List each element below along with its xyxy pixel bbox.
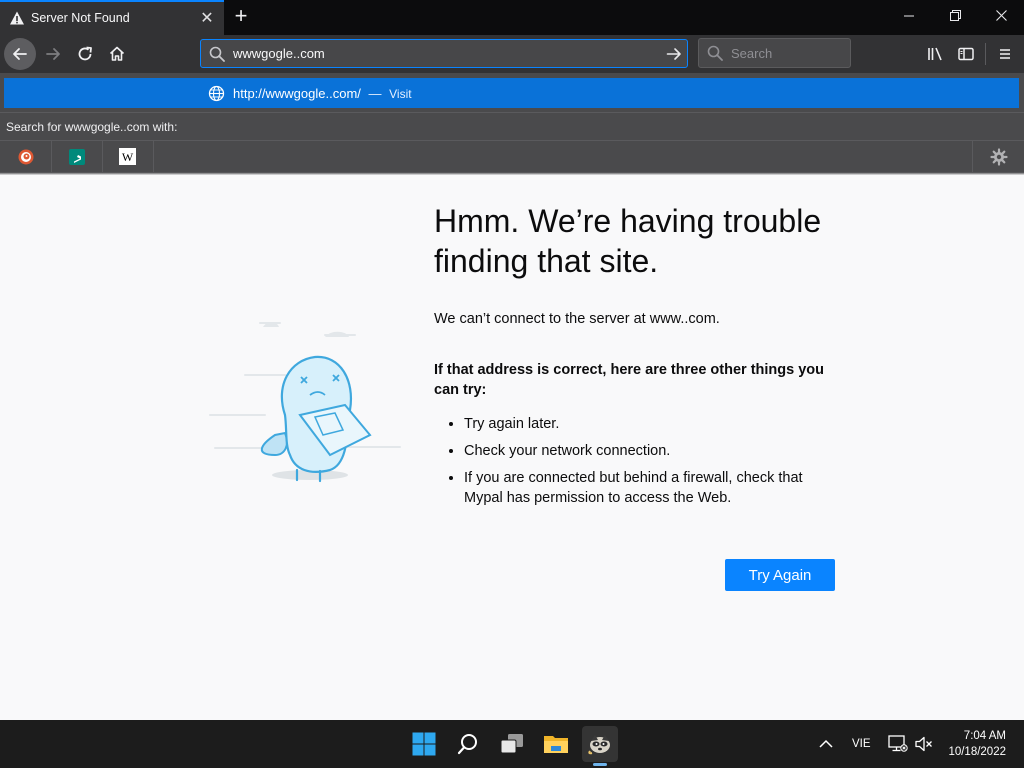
library-icon <box>928 47 942 61</box>
search-icon <box>209 46 225 62</box>
dinosaur-illustration <box>209 322 401 483</box>
list-item: Check your network connection. <box>464 441 834 461</box>
windows-start-icon <box>412 732 436 756</box>
clock[interactable]: 7:04 AM 10/18/2022 <box>940 728 1014 760</box>
globe-icon <box>208 85 225 102</box>
navigation-toolbar: wwwgogle..com Search <box>0 35 1024 73</box>
search-icon <box>457 734 477 755</box>
toolbar-divider <box>985 43 986 65</box>
url-input-value[interactable]: wwwgogle..com <box>233 46 325 61</box>
back-arrow-icon <box>13 48 27 60</box>
back-button[interactable] <box>4 38 36 70</box>
library-button[interactable] <box>920 39 950 69</box>
error-title: Hmm. We’re having trouble finding that s… <box>434 203 822 279</box>
svg-text:W: W <box>122 150 134 164</box>
minimize-button[interactable] <box>886 0 932 33</box>
suggestion-separator: — <box>368 86 382 101</box>
suggestion-url: http://wwwgogle..com/ <box>233 86 361 101</box>
go-arrow-icon[interactable] <box>666 46 682 62</box>
wikipedia-icon: W <box>119 148 136 165</box>
raccoon-browser-icon <box>588 735 610 755</box>
wikipedia-button[interactable]: W <box>102 141 154 172</box>
new-tab-button[interactable]: + <box>230 5 252 27</box>
hamburger-menu-icon <box>1000 49 1010 59</box>
menu-button[interactable] <box>990 39 1020 69</box>
error-suggestions-heading: If that address is correct, here are thr… <box>434 362 824 398</box>
reload-icon <box>78 46 92 61</box>
clock-date: 10/18/2022 <box>948 746 1006 758</box>
reload-button[interactable] <box>70 39 100 69</box>
tab-server-not-found[interactable]: Server Not Found ✕ <box>0 0 224 35</box>
task-view-icon <box>500 734 523 754</box>
bing-button[interactable] <box>51 141 103 172</box>
gear-icon <box>990 147 1008 166</box>
minimize-icon <box>904 15 914 17</box>
home-icon <box>109 46 125 61</box>
start-button[interactable] <box>406 726 442 762</box>
file-explorer-button[interactable] <box>538 726 574 762</box>
search-with-header: Search for wwwgogle..com with: <box>0 113 1024 140</box>
volume-button[interactable] <box>910 726 938 762</box>
forward-arrow-icon <box>46 48 60 60</box>
task-view-button[interactable] <box>494 726 530 762</box>
search-bar[interactable]: Search <box>698 38 851 68</box>
language-indicator[interactable]: VIE <box>852 738 871 750</box>
url-bar[interactable]: wwwgogle..com <box>200 39 688 68</box>
tab-close-icon[interactable]: ✕ <box>198 10 216 28</box>
search-with-label: Search for wwwgogle..com with: <box>6 120 178 134</box>
forward-button[interactable] <box>38 39 68 69</box>
taskbar-search-button[interactable] <box>450 726 486 762</box>
duckduckgo-icon <box>18 149 33 164</box>
suggestion-action: Visit <box>389 87 412 101</box>
error-suggestions-list: Try again later. Check your network conn… <box>434 414 834 515</box>
bing-icon <box>68 148 85 165</box>
chevron-up-icon <box>819 739 833 748</box>
taskbar: VIE 7:04 AM 10/18/2022 <box>0 720 1024 768</box>
folder-icon <box>544 736 568 753</box>
restore-button[interactable] <box>932 0 978 33</box>
mypal-taskbar-button[interactable] <box>582 726 618 762</box>
search-settings-button[interactable] <box>972 141 1024 172</box>
restore-icon <box>949 10 961 21</box>
url-suggestion-row[interactable]: http://wwwgogle..com/ — Visit <box>4 78 1019 108</box>
list-item: If you are connected but behind a firewa… <box>464 468 834 508</box>
list-item: Try again later. <box>464 414 834 434</box>
active-app-indicator <box>593 763 607 766</box>
tab-strip: Server Not Found ✕ + <box>0 0 1024 35</box>
close-window-button[interactable] <box>978 0 1024 33</box>
tab-title: Server Not Found <box>31 11 130 25</box>
close-icon <box>995 10 1007 21</box>
show-hidden-icons-button[interactable] <box>810 726 842 762</box>
try-again-button[interactable]: Try Again <box>725 559 835 591</box>
duckduckgo-button[interactable] <box>0 141 52 172</box>
suggestion-url-line: http://wwwgogle..com/ — Visit <box>233 86 412 101</box>
error-description: We can’t connect to the server at www..c… <box>434 311 720 327</box>
network-icon <box>888 735 908 752</box>
search-engine-bar: W <box>0 140 1024 172</box>
home-button[interactable] <box>102 39 132 69</box>
sidebar-icon <box>958 47 974 61</box>
speaker-muted-icon <box>915 736 932 752</box>
popup-shadow <box>0 172 1024 175</box>
sidebar-button[interactable] <box>951 39 981 69</box>
search-icon <box>707 45 723 61</box>
warning-icon <box>10 11 24 25</box>
clock-time: 7:04 AM <box>963 730 1006 742</box>
search-placeholder: Search <box>731 46 773 61</box>
